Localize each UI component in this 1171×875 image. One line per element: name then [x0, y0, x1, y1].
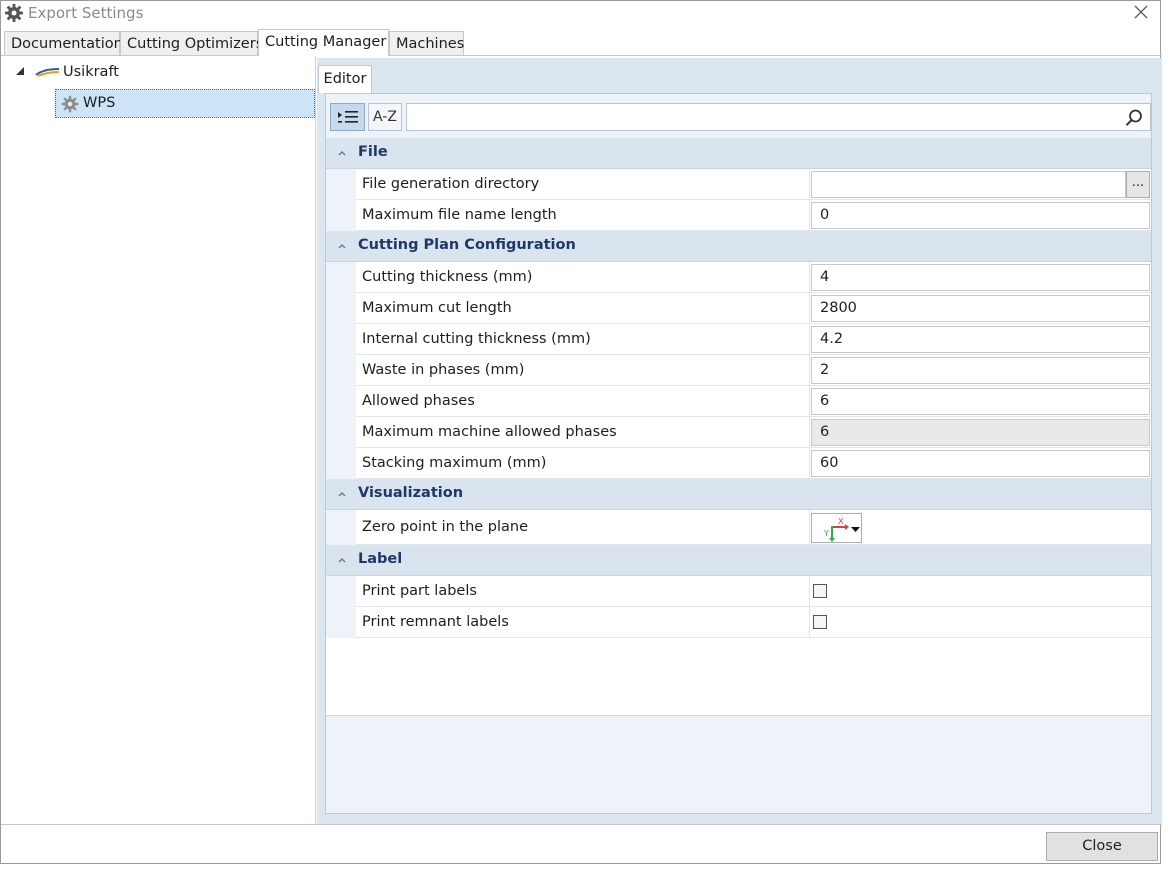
category-label: Label — [358, 551, 403, 567]
search-icon[interactable] — [1124, 108, 1144, 128]
property-toolbar: A-Z — [326, 94, 1151, 134]
window-title: Export Settings — [28, 4, 144, 22]
cutting-thickness-input[interactable]: 4 — [811, 264, 1150, 291]
tab-machines[interactable]: Machines — [389, 31, 464, 56]
settings-gear-icon — [61, 95, 79, 113]
browse-button[interactable]: ... — [1126, 171, 1150, 198]
gear-icon — [5, 4, 23, 22]
property-row: Internal cutting thickness (mm) 4.2 — [326, 324, 1151, 355]
property-row: Waste in phases (mm) 2 — [326, 355, 1151, 386]
axis-y-label: Y — [823, 529, 829, 538]
max-machine-allowed-phases-value: 6 — [811, 419, 1150, 446]
chevron-up-icon[interactable] — [336, 488, 348, 500]
property-name: Waste in phases (mm) — [362, 355, 810, 385]
category-cutting-plan[interactable]: Cutting Plan Configuration — [326, 231, 1151, 262]
zero-point-select[interactable]: X Y — [811, 513, 862, 543]
allowed-phases-input[interactable]: 6 — [811, 388, 1150, 415]
max-file-name-length-input[interactable]: 0 — [811, 202, 1150, 229]
tree-item-wps-label: WPS — [83, 95, 116, 111]
property-value: 60 — [811, 448, 1151, 478]
settings-tree: Usikraft WPS — [1, 56, 316, 824]
property-editor: A-Z File File generation directory ... M… — [325, 93, 1152, 814]
editor-panel: Editor A-Z File File generation director… — [317, 58, 1162, 824]
close-button[interactable]: Close — [1046, 832, 1158, 861]
property-row: Maximum machine allowed phases 6 — [326, 417, 1151, 448]
property-row: Maximum cut length 2800 — [326, 293, 1151, 324]
categorized-view-button[interactable] — [330, 103, 365, 131]
stacking-maximum-input[interactable]: 60 — [811, 450, 1150, 477]
property-name: Print remnant labels — [362, 607, 810, 637]
property-row: Maximum file name length 0 — [326, 200, 1151, 231]
property-row: Stacking maximum (mm) 60 — [326, 448, 1151, 479]
title-bar: Export Settings — [1, 1, 1160, 27]
tab-editor[interactable]: Editor — [318, 65, 372, 93]
property-name: Zero point in the plane — [362, 510, 810, 544]
tab-cutting-manager[interactable]: Cutting Manager — [258, 29, 389, 56]
file-generation-directory-input[interactable] — [811, 171, 1126, 198]
property-row: Print part labels — [326, 576, 1151, 607]
chevron-up-icon[interactable] — [336, 147, 348, 159]
tab-documentation[interactable]: Documentation — [4, 31, 123, 56]
category-file[interactable]: File — [326, 138, 1151, 169]
categorized-list-icon — [337, 111, 358, 123]
export-settings-window: Export Settings Documentation Cutting Op… — [0, 0, 1162, 864]
property-search-input[interactable] — [406, 103, 1151, 131]
property-name: Maximum cut length — [362, 293, 810, 323]
property-value — [811, 576, 1151, 606]
property-value: 2 — [811, 355, 1151, 385]
tree-item-usikraft[interactable]: Usikraft — [63, 64, 119, 80]
property-row: File generation directory ... — [326, 169, 1151, 200]
category-label: Visualization — [358, 485, 464, 501]
property-value: 6 — [811, 386, 1151, 416]
property-value — [811, 607, 1151, 637]
waste-in-phases-input[interactable]: 2 — [811, 357, 1150, 384]
property-row: Allowed phases 6 — [326, 386, 1151, 417]
tab-cutting-optimizers[interactable]: Cutting Optimizers — [120, 31, 263, 56]
window-close-icon[interactable] — [1128, 2, 1154, 24]
property-name: Cutting thickness (mm) — [362, 262, 810, 292]
property-name: Maximum file name length — [362, 200, 810, 230]
tree-item-wps[interactable]: WPS — [55, 89, 315, 118]
category-label: File — [358, 144, 388, 160]
category-label-section[interactable]: Label — [326, 545, 1151, 576]
property-name: Internal cutting thickness (mm) — [362, 324, 810, 354]
internal-cutting-thickness-input[interactable]: 4.2 — [811, 326, 1150, 353]
property-grid-empty-area — [326, 638, 1151, 716]
property-name: Print part labels — [362, 576, 810, 606]
print-remnant-labels-checkbox[interactable] — [813, 615, 827, 629]
property-value: 0 — [811, 200, 1151, 230]
property-grid: File File generation directory ... Maxim… — [326, 138, 1151, 716]
property-value: 4 — [811, 262, 1151, 292]
chevron-up-icon[interactable] — [336, 240, 348, 252]
property-name: File generation directory — [362, 169, 810, 199]
category-visualization[interactable]: Visualization — [326, 479, 1151, 510]
property-row: Print remnant labels — [326, 607, 1151, 638]
property-value: X Y — [811, 510, 1151, 544]
property-name: Maximum machine allowed phases — [362, 417, 810, 447]
max-cut-length-input[interactable]: 2800 — [811, 295, 1150, 322]
property-value: 4.2 — [811, 324, 1151, 354]
usikraft-logo-icon — [35, 68, 60, 77]
property-name: Allowed phases — [362, 386, 810, 416]
alphabetical-sort-button[interactable]: A-Z — [368, 103, 402, 131]
property-name: Stacking maximum (mm) — [362, 448, 810, 478]
chevron-up-icon[interactable] — [336, 554, 348, 566]
property-value: ... — [811, 169, 1151, 199]
tree-expanded-icon[interactable] — [15, 66, 25, 76]
axis-x-label: X — [838, 517, 844, 526]
category-label: Cutting Plan Configuration — [358, 237, 576, 253]
footer-divider — [1, 824, 1162, 825]
property-row: Cutting thickness (mm) 4 — [326, 262, 1151, 293]
property-value: 2800 — [811, 293, 1151, 323]
axis-origin-icon: X Y — [823, 517, 860, 542]
property-value: 6 — [811, 417, 1151, 447]
print-part-labels-checkbox[interactable] — [813, 584, 827, 598]
property-row: Zero point in the plane X Y — [326, 510, 1151, 545]
